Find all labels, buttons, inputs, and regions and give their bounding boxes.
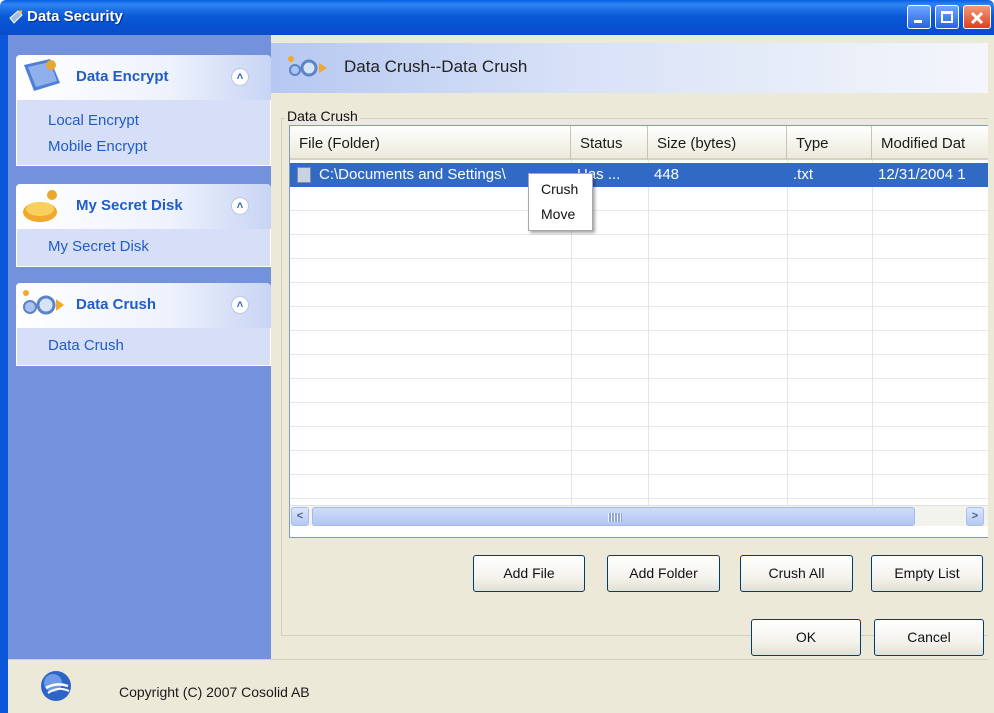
scroll-left-icon[interactable]: < <box>291 507 309 526</box>
cell-modified[interactable]: 12/31/2004 1 <box>878 163 988 187</box>
context-menu: Crush Move <box>528 173 593 231</box>
column-divider <box>648 160 649 505</box>
page-header: Data Crush--Data Crush <box>271 43 988 93</box>
collapse-chevron-icon[interactable]: ˄ <box>231 296 249 314</box>
table-row-empty <box>290 451 988 475</box>
file-list[interactable]: File (Folder) Status Size (bytes) Type M… <box>289 125 988 538</box>
group-body: My Secret Disk <box>16 229 271 267</box>
table-row-empty <box>290 259 988 283</box>
grip-icon <box>608 513 622 522</box>
window-frame-right <box>988 35 994 713</box>
data-crush-icon <box>288 56 327 77</box>
table-row-empty <box>290 187 988 211</box>
table-header: File (Folder) Status Size (bytes) Type M… <box>290 126 988 160</box>
main-panel: Data Crush--Data Crush Data Crush File (… <box>271 35 988 659</box>
group-body: Data Crush <box>16 328 271 366</box>
sidebar-item-local-encrypt[interactable]: Local Encrypt <box>17 108 270 134</box>
table-row-empty <box>290 211 988 235</box>
group-title: My Secret Disk <box>76 197 183 214</box>
maximize-icon <box>941 11 953 23</box>
group-header-data-crush[interactable]: Data Crush ˄ <box>16 283 271 328</box>
secret-disk-icon <box>23 190 57 222</box>
table-row-empty <box>290 475 988 499</box>
column-divider <box>872 160 873 505</box>
cosolid-logo-icon <box>41 671 71 701</box>
app-icon <box>9 10 23 24</box>
file-icon <box>297 167 311 183</box>
horizontal-scrollbar[interactable]: < > <box>290 505 988 526</box>
group-header-my-secret-disk[interactable]: My Secret Disk ˄ <box>16 184 271 229</box>
column-header-modified[interactable]: Modified Dat <box>872 126 988 160</box>
ok-button[interactable]: OK <box>751 619 861 656</box>
menu-item-crush[interactable]: Crush <box>541 181 578 197</box>
groupbox-label: Data Crush <box>285 108 360 124</box>
menu-item-move[interactable]: Move <box>541 206 575 222</box>
column-divider <box>787 160 788 505</box>
table-row-empty <box>290 355 988 379</box>
table-row-empty <box>290 235 988 259</box>
sidebar-item-my-secret-disk[interactable]: My Secret Disk <box>17 234 270 260</box>
scrollbar-thumb[interactable] <box>312 507 915 526</box>
add-file-button[interactable]: Add File <box>473 555 585 592</box>
collapse-chevron-icon[interactable]: ˄ <box>231 197 249 215</box>
maximize-button[interactable] <box>935 5 959 29</box>
minimize-button[interactable] <box>907 5 931 29</box>
group-title: Data Crush <box>76 296 157 313</box>
collapse-chevron-icon[interactable]: ˄ <box>231 68 249 86</box>
add-folder-button[interactable]: Add Folder <box>607 555 720 592</box>
data-encrypt-icon <box>24 59 60 91</box>
window-title: Data Security <box>27 8 123 25</box>
sidebar-item-mobile-encrypt[interactable]: Mobile Encrypt <box>17 134 270 160</box>
table-row-empty <box>290 331 988 355</box>
column-header-status[interactable]: Status <box>571 126 648 160</box>
group-my-secret-disk: My Secret Disk ˄ My Secret Disk <box>16 184 271 267</box>
scroll-right-icon[interactable]: > <box>966 507 984 526</box>
data-crush-icon <box>23 290 64 315</box>
title-bar[interactable]: Data Security <box>0 0 994 35</box>
group-data-crush: Data Crush ˄ Data Crush <box>16 283 271 366</box>
copyright-text: Copyright (C) 2007 Cosolid AB <box>119 684 310 700</box>
cell-type[interactable]: .txt <box>793 163 869 187</box>
window-frame-left <box>0 35 8 713</box>
group-body: Local Encrypt Mobile Encrypt <box>16 100 271 166</box>
table-row-empty <box>290 403 988 427</box>
cell-size[interactable]: 448 <box>654 163 784 187</box>
minimize-icon <box>914 20 922 23</box>
close-icon <box>970 11 984 25</box>
group-header-data-encrypt[interactable]: Data Encrypt ˄ <box>16 55 271 100</box>
table-row-empty <box>290 307 988 331</box>
table-row-empty <box>290 379 988 403</box>
empty-list-button[interactable]: Empty List <box>871 555 983 592</box>
group-data-encrypt: Data Encrypt ˄ Local Encrypt Mobile Encr… <box>16 55 271 166</box>
crush-all-button[interactable]: Crush All <box>740 555 853 592</box>
table-row-empty <box>290 427 988 451</box>
sidebar: Data Encrypt ˄ Local Encrypt Mobile Encr… <box>8 35 271 659</box>
column-header-size[interactable]: Size (bytes) <box>648 126 787 160</box>
page-title: Data Crush--Data Crush <box>344 57 528 76</box>
status-bar: Copyright (C) 2007 Cosolid AB <box>8 659 988 713</box>
column-header-type[interactable]: Type <box>787 126 872 160</box>
table-row-empty <box>290 283 988 307</box>
column-header-file[interactable]: File (Folder) <box>290 126 571 160</box>
close-button[interactable] <box>963 5 991 29</box>
group-title: Data Encrypt <box>76 68 169 85</box>
cancel-button[interactable]: Cancel <box>874 619 984 656</box>
sidebar-item-data-crush[interactable]: Data Crush <box>17 333 270 359</box>
